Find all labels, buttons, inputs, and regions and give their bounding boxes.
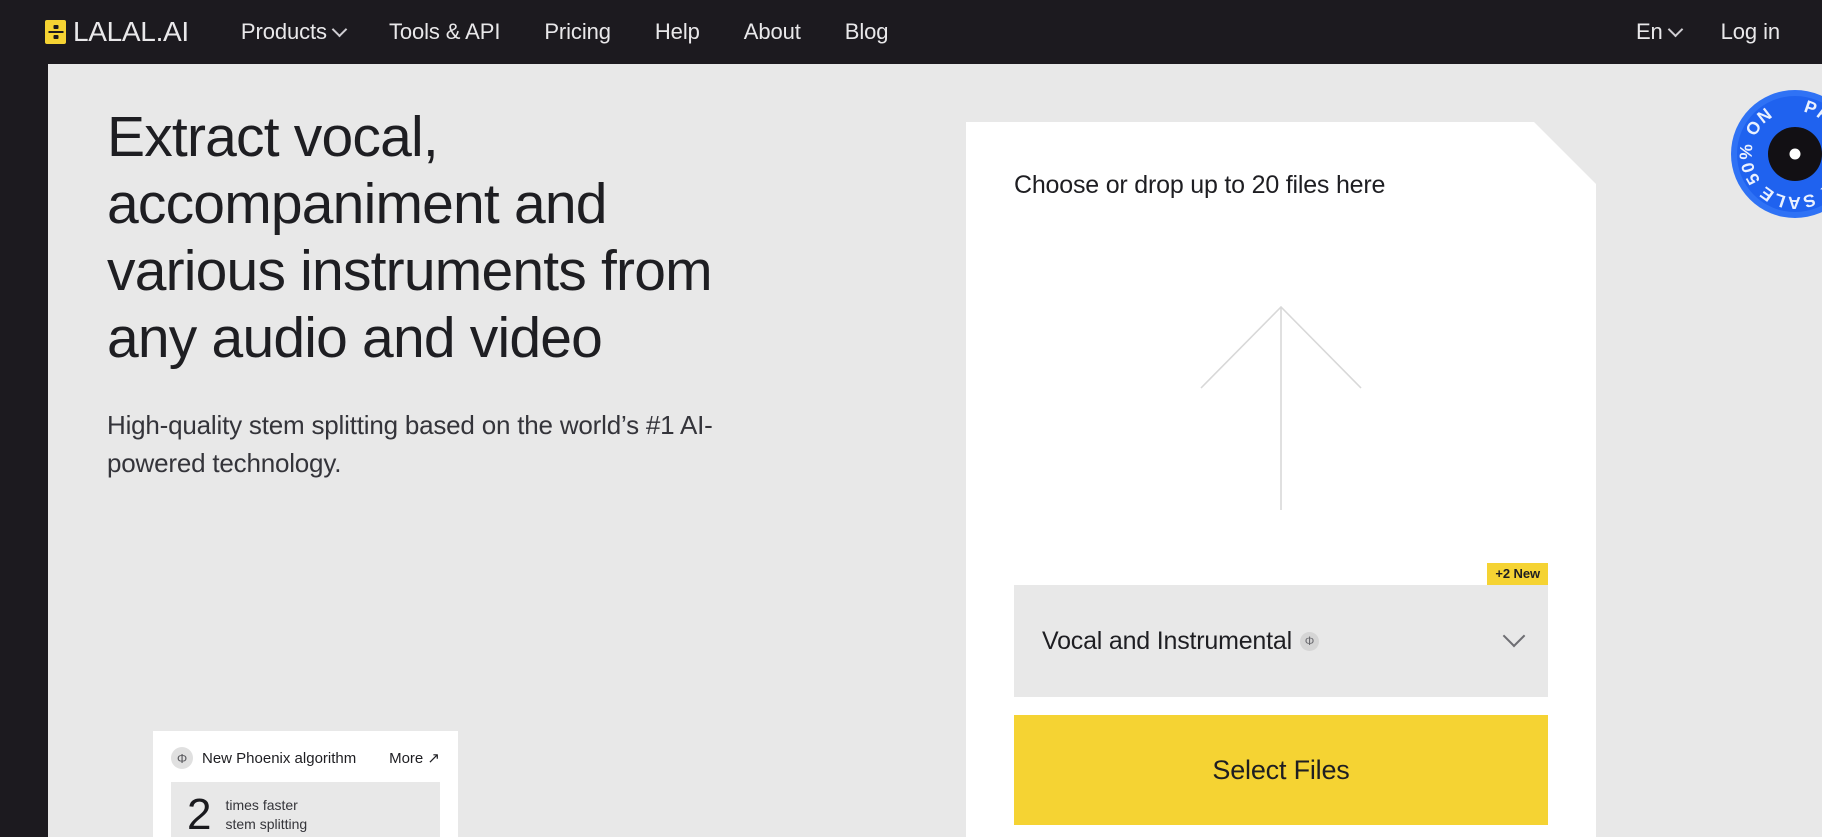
phoenix-icon: Φ bbox=[1300, 632, 1319, 651]
upload-arrow-icon bbox=[966, 302, 1596, 512]
nav-item-pricing[interactable]: Pricing bbox=[522, 19, 633, 45]
brand-name: LALAL.AI bbox=[73, 16, 189, 48]
promo-stat-line-1: times faster bbox=[225, 797, 297, 813]
pro-pack-sale-badge[interactable]: PRO PACK SALE 50% ON bbox=[1730, 89, 1822, 219]
stem-type-select-value: Vocal and Instrumental bbox=[1042, 627, 1292, 656]
phoenix-icon: Φ bbox=[171, 747, 193, 769]
upload-panel[interactable]: Choose or drop up to 20 files here Vocal… bbox=[966, 122, 1596, 837]
page-content: Extract vocal, accompaniment and various… bbox=[48, 64, 1822, 837]
stem-type-select[interactable]: Vocal and Instrumental Φ +2 New bbox=[1014, 585, 1548, 697]
top-navigation-bar: LALAL.AI Products Tools & API Pricing He… bbox=[0, 0, 1822, 64]
promo-stat-number: 2 bbox=[187, 793, 211, 837]
secondary-nav: En Log in bbox=[1616, 19, 1780, 45]
promo-more-link[interactable]: More ↗ bbox=[389, 749, 440, 767]
page-subtitle: High-quality stem splitting based on the… bbox=[107, 406, 767, 482]
upload-panel-title: Choose or drop up to 20 files here bbox=[1014, 167, 1551, 203]
select-files-button[interactable]: Select Files bbox=[1014, 715, 1548, 825]
login-button[interactable]: Log in bbox=[1701, 19, 1780, 45]
page-title: Extract vocal, accompaniment and various… bbox=[107, 104, 767, 372]
nav-item-blog[interactable]: Blog bbox=[823, 19, 911, 45]
promo-stat-text: times faster stem splitting bbox=[225, 796, 307, 834]
nav-item-help[interactable]: Help bbox=[633, 19, 722, 45]
chevron-down-icon bbox=[1503, 625, 1526, 648]
language-selector[interactable]: En bbox=[1616, 19, 1701, 45]
promo-card-header: Φ New Phoenix algorithm More ↗ bbox=[171, 747, 440, 769]
nav-item-products-label: Products bbox=[241, 19, 327, 45]
promo-card[interactable]: Φ New Phoenix algorithm More ↗ 2 times f… bbox=[153, 731, 458, 837]
stem-type-select-label: Vocal and Instrumental Φ bbox=[1042, 627, 1319, 656]
promo-stat: 2 times faster stem splitting bbox=[171, 782, 440, 837]
hero-section: Extract vocal, accompaniment and various… bbox=[107, 104, 767, 482]
chevron-down-icon bbox=[332, 21, 348, 37]
nav-item-products[interactable]: Products bbox=[219, 19, 367, 45]
brand-logo[interactable]: LALAL.AI bbox=[45, 16, 189, 48]
promo-card-title: New Phoenix algorithm bbox=[202, 750, 356, 767]
primary-nav: Products Tools & API Pricing Help About … bbox=[219, 19, 910, 45]
chevron-down-icon bbox=[1667, 21, 1683, 37]
new-options-badge: +2 New bbox=[1487, 563, 1548, 585]
lalal-logo-icon bbox=[45, 20, 66, 44]
promo-stat-line-2: stem splitting bbox=[225, 816, 307, 832]
nav-item-tools-api[interactable]: Tools & API bbox=[367, 19, 522, 45]
language-selector-label: En bbox=[1636, 19, 1663, 45]
nav-item-about[interactable]: About bbox=[722, 19, 823, 45]
